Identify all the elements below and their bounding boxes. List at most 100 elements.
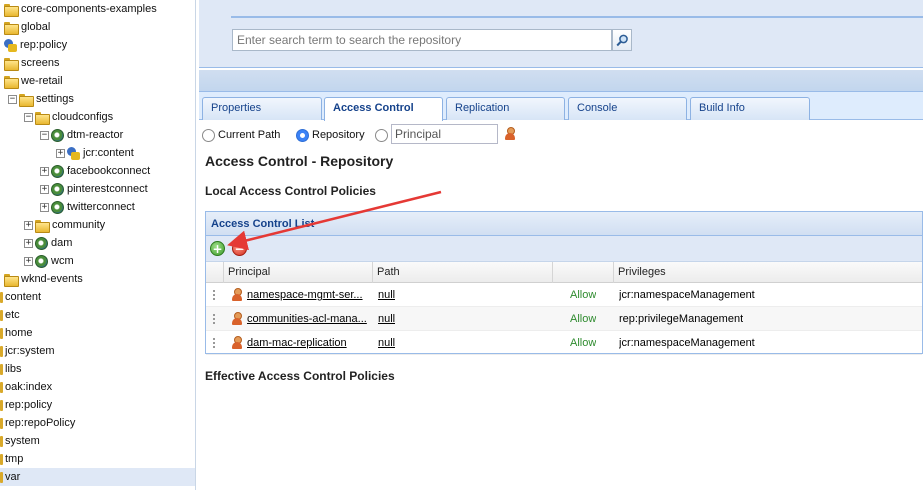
search-button[interactable] [612, 29, 632, 51]
column-path[interactable]: Path [372, 262, 552, 283]
acl-row[interactable]: dam-mac-replication null Allow jcr:names… [206, 331, 922, 355]
tree-node-jcr-content[interactable]: + jcr:content [56, 144, 134, 162]
tree-node-label: content [5, 291, 42, 303]
tab-build-info[interactable]: Build Info [690, 97, 810, 120]
principal-input[interactable]: Principal [391, 124, 498, 144]
expand-toggle-icon[interactable]: + [40, 202, 49, 212]
column-principal[interactable]: Principal [223, 262, 372, 283]
config-node-icon [51, 200, 64, 214]
tree-node-cloudconfigs[interactable]: − cloudconfigs [24, 108, 113, 126]
current-path-radio[interactable] [202, 129, 215, 142]
tab-access-control[interactable]: Access Control [324, 97, 443, 121]
tree-node-rep-repopolicy[interactable]: rep:repoPolicy [0, 414, 75, 432]
tree-node-label: screens [21, 57, 60, 69]
tree-node-system[interactable]: system [0, 432, 40, 450]
remove-entry-button[interactable]: − [232, 241, 247, 256]
content-node-icon [67, 146, 80, 160]
folder-icon [0, 381, 3, 393]
tree-node-oak-index[interactable]: oak:index [0, 378, 52, 396]
search-icon [616, 34, 628, 47]
user-icon [231, 336, 243, 349]
tree-node-content[interactable]: content [0, 288, 41, 306]
column-allow[interactable] [552, 262, 613, 283]
expand-toggle-icon[interactable]: + [40, 184, 49, 194]
tree-node-wcm[interactable]: + wcm [24, 252, 74, 270]
scope-selector: Current Path Repository Principal [199, 121, 923, 149]
principal-radio[interactable] [375, 129, 388, 142]
tree-node-etc[interactable]: etc [0, 306, 20, 324]
search-input[interactable]: Enter search term to search the reposito… [232, 29, 612, 51]
folder-icon [35, 111, 50, 125]
policy-icon [4, 38, 17, 52]
tree-node-libs[interactable]: libs [0, 360, 22, 378]
folder-icon [0, 471, 3, 483]
toolbar-band [199, 70, 923, 92]
column-privileges[interactable]: Privileges [613, 262, 923, 283]
tree-node-var[interactable]: var [0, 468, 195, 486]
principal-link[interactable]: namespace-mgmt-ser... [247, 283, 371, 307]
tree-node-label: dtm-reactor [67, 129, 124, 141]
tree-node-home[interactable]: home [0, 324, 33, 342]
tree-node-label: jcr:system [5, 345, 55, 357]
tree-node-rep-policy-root[interactable]: rep:policy [0, 396, 52, 414]
expand-toggle-icon[interactable]: + [40, 166, 49, 176]
expand-toggle-icon[interactable]: + [24, 220, 33, 230]
tree-node-label: cloudconfigs [52, 111, 114, 123]
tree-node-twitterconnect[interactable]: + twitterconnect [40, 198, 135, 216]
acl-panel-title: Access Control List [206, 212, 922, 236]
collapse-toggle-icon[interactable]: − [8, 94, 17, 104]
tree-node-dtm-reactor[interactable]: − dtm-reactor [40, 126, 123, 144]
collapse-toggle-icon[interactable]: − [40, 130, 49, 140]
tree-node-screens[interactable]: screens [4, 54, 60, 72]
acl-row[interactable]: communities-acl-mana... null Allow rep:p… [206, 307, 922, 331]
tab-properties[interactable]: Properties [202, 97, 322, 120]
path-link[interactable]: null [378, 331, 395, 355]
path-link[interactable]: null [378, 307, 395, 331]
tree-node-label: etc [5, 309, 20, 321]
tree-node-label: var [5, 471, 21, 483]
allow-status: Allow [570, 337, 597, 349]
add-entry-button[interactable]: + [210, 241, 225, 256]
repository-radio[interactable] [296, 129, 309, 142]
expand-toggle-icon[interactable]: + [56, 148, 65, 158]
acl-row[interactable]: namespace-mgmt-ser... null Allow jcr:nam… [206, 283, 922, 307]
tree-node-label: jcr:content [83, 147, 134, 159]
tree-node-tmp[interactable]: tmp [0, 450, 23, 468]
tree-node-core-components-examples[interactable]: core-components-examples [4, 0, 157, 18]
tree-node-label: global [21, 21, 51, 33]
principal-link[interactable]: dam-mac-replication [247, 331, 371, 355]
tree-node-dam[interactable]: + dam [24, 234, 72, 252]
folder-icon [0, 327, 3, 339]
folder-icon [19, 93, 34, 107]
path-link[interactable]: null [378, 283, 395, 307]
tab-replication[interactable]: Replication [446, 97, 565, 120]
collapse-toggle-icon[interactable]: − [24, 112, 33, 122]
effective-policies-heading: Effective Access Control Policies [205, 369, 395, 383]
tree-node-jcr-system[interactable]: jcr:system [0, 342, 55, 360]
tab-console[interactable]: Console [568, 97, 687, 120]
tree-node-label: settings [36, 93, 74, 105]
tree-node-facebookconnect[interactable]: + facebookconnect [40, 162, 150, 180]
drag-handle-icon[interactable] [213, 338, 215, 348]
tree-node-pinterestconnect[interactable]: + pinterestconnect [40, 180, 148, 198]
folder-icon [0, 345, 3, 357]
tree-node-label: system [5, 435, 40, 447]
tree-node-label: wknd-events [21, 273, 83, 285]
tree-node-label: home [5, 327, 33, 339]
allow-status: Allow [570, 313, 597, 325]
config-node-icon [35, 236, 48, 250]
tree-node-community[interactable]: + community [24, 216, 105, 234]
drag-handle-icon[interactable] [213, 290, 215, 300]
user-icon[interactable] [504, 127, 516, 140]
tree-node-wknd-events[interactable]: wknd-events [4, 270, 83, 288]
tree-node-label: rep:policy [20, 39, 68, 51]
expand-toggle-icon[interactable]: + [24, 238, 33, 248]
tree-node-rep-policy[interactable]: rep:policy [4, 36, 67, 54]
tree-node-global[interactable]: global [4, 18, 50, 36]
principal-link[interactable]: communities-acl-mana... [247, 307, 371, 331]
tree-node-we-retail[interactable]: we-retail [4, 72, 63, 90]
tree-node-label: core-components-examples [21, 3, 157, 15]
drag-handle-icon[interactable] [213, 314, 215, 324]
expand-toggle-icon[interactable]: + [24, 256, 33, 266]
tree-node-settings[interactable]: − settings [8, 90, 74, 108]
